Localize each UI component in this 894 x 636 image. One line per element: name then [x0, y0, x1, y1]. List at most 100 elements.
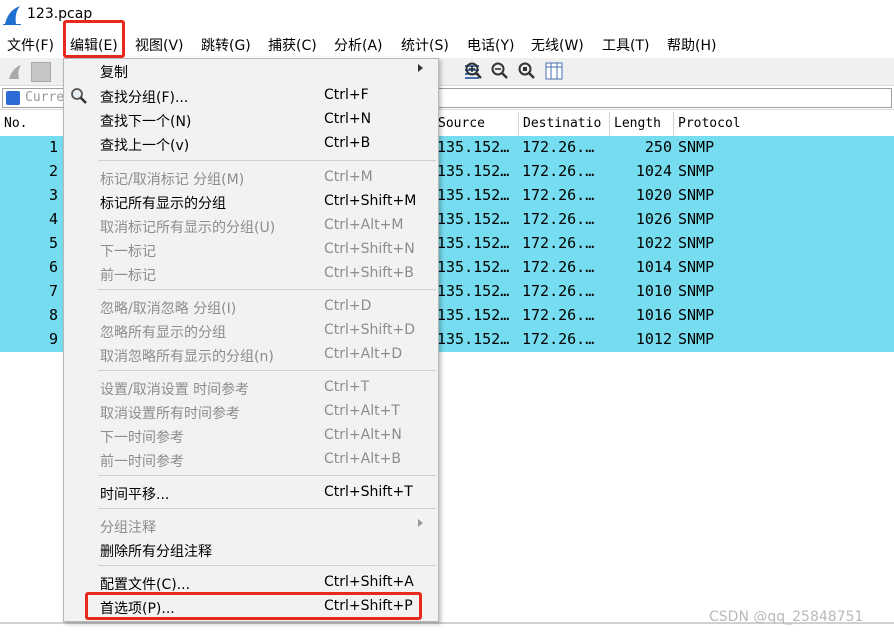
menu-item-label: 下一时间参考 — [100, 430, 184, 446]
menu-capture[interactable]: 捕获(C) — [268, 35, 317, 55]
menu-item-shortcut: Ctrl+Shift+M — [324, 193, 417, 209]
column-header-length[interactable]: Length — [610, 112, 674, 136]
cell-length: 1022 — [635, 234, 672, 252]
column-header-destination[interactable]: Destinatio — [519, 112, 610, 136]
search-icon — [71, 88, 87, 104]
menu-item-label: 删除所有分组注释 — [100, 544, 212, 560]
menu-item-label: 忽略所有显示的分组 — [100, 325, 226, 341]
menu-item-shortcut: Ctrl+N — [324, 111, 372, 127]
cell-protocol: SNMP — [678, 258, 715, 276]
start-capture-icon[interactable] — [5, 62, 25, 82]
menu-analyze[interactable]: 分析(A) — [334, 35, 383, 55]
cell-source: 135.152… — [437, 282, 510, 300]
menu-item[interactable]: 前一标记 Ctrl+Shift+B — [64, 262, 438, 286]
column-header-protocol[interactable]: Protocol — [674, 112, 894, 136]
cell-length: 1012 — [635, 330, 672, 348]
resize-columns-icon[interactable] — [545, 62, 563, 80]
cell-no: 4 — [48, 210, 58, 228]
menu-item[interactable]: 忽略所有显示的分组 Ctrl+Shift+D — [64, 319, 438, 343]
cell-source: 135.152… — [437, 186, 510, 204]
menu-item[interactable]: 标记所有显示的分组 Ctrl+Shift+M — [64, 190, 438, 214]
stop-capture-icon[interactable] — [31, 62, 51, 82]
menu-item[interactable]: 复制 — [64, 59, 438, 83]
zoom-normal-icon[interactable] — [518, 62, 536, 80]
menu-item[interactable]: 查找上一个(v) Ctrl+B — [64, 132, 438, 156]
menu-item[interactable]: 查找下一个(N) Ctrl+N — [64, 108, 438, 132]
submenu-arrow-icon — [418, 64, 423, 72]
column-header-source[interactable]: Source — [434, 112, 519, 136]
zoom-in-icon[interactable] — [465, 62, 483, 80]
zoom-out-icon[interactable] — [491, 62, 509, 80]
menu-item[interactable]: 设置/取消设置 时间参考 Ctrl+T — [64, 376, 438, 400]
menu-view[interactable]: 视图(V) — [135, 35, 184, 55]
cell-protocol: SNMP — [678, 330, 715, 348]
menu-item[interactable]: 下一标记 Ctrl+Shift+N — [64, 238, 438, 262]
menu-item-label: 设置/取消设置 时间参考 — [100, 382, 250, 398]
menu-item[interactable]: 配置文件(C)... Ctrl+Shift+A — [64, 571, 438, 595]
menu-item[interactable]: 删除所有分组注释 — [64, 538, 438, 562]
menu-item[interactable]: 取消标记所有显示的分组(U) Ctrl+Alt+M — [64, 214, 438, 238]
cell-length: 1020 — [635, 186, 672, 204]
menu-item[interactable]: 取消忽略所有显示的分组(n) Ctrl+Alt+D — [64, 343, 438, 367]
menu-item[interactable]: 查找分组(F)... Ctrl+F — [64, 84, 438, 108]
cell-source: 135.152… — [437, 138, 510, 156]
menu-item-shortcut: Ctrl+F — [324, 87, 369, 103]
menu-item[interactable]: 标记/取消标记 分组(M) Ctrl+M — [64, 166, 438, 190]
menu-edit[interactable]: 编辑(E) — [70, 35, 118, 55]
cell-protocol: SNMP — [678, 234, 715, 252]
cell-source: 135.152… — [437, 306, 510, 324]
menu-item-label: 取消设置所有时间参考 — [100, 406, 240, 422]
cell-source: 135.152… — [437, 162, 510, 180]
menu-item-shortcut: Ctrl+Shift+T — [324, 484, 413, 500]
menu-item-shortcut: Ctrl+T — [324, 379, 370, 395]
cell-length: 1010 — [635, 282, 672, 300]
cell-source: 135.152… — [437, 330, 510, 348]
cell-no: 6 — [48, 258, 58, 276]
menu-separator — [98, 565, 436, 566]
menu-item-label: 查找下一个(N) — [100, 114, 192, 130]
cell-protocol: SNMP — [678, 162, 715, 180]
cell-destination: 172.26.… — [522, 210, 595, 228]
menu-file[interactable]: 文件(F) — [7, 35, 54, 55]
menu-item[interactable]: 忽略/取消忽略 分组(I) Ctrl+D — [64, 295, 438, 319]
menu-wireless[interactable]: 无线(W) — [531, 35, 584, 55]
menu-item-label: 分组注释 — [100, 520, 156, 536]
menu-item-label: 查找分组(F)... — [100, 90, 189, 106]
menu-telephony[interactable]: 电话(Y) — [467, 35, 514, 55]
menu-item[interactable]: 下一时间参考 Ctrl+Alt+N — [64, 424, 438, 448]
menu-statistics[interactable]: 统计(S) — [401, 35, 449, 55]
menu-item-label: 前一标记 — [100, 268, 156, 284]
menu-item[interactable]: 分组注释 — [64, 514, 438, 538]
menu-separator — [98, 475, 436, 476]
cell-length: 1014 — [635, 258, 672, 276]
menu-item-label: 下一标记 — [100, 244, 156, 260]
menu-go[interactable]: 跳转(G) — [201, 35, 251, 55]
menu-item-shortcut: Ctrl+Shift+P — [324, 598, 413, 614]
cell-destination: 172.26.… — [522, 162, 595, 180]
menu-item-shortcut: Ctrl+Alt+N — [324, 427, 402, 443]
menu-item[interactable]: 时间平移... Ctrl+Shift+T — [64, 481, 438, 505]
column-header-no[interactable]: No. — [0, 112, 64, 136]
menu-tools[interactable]: 工具(T) — [602, 35, 649, 55]
menu-item-label: 前一时间参考 — [100, 454, 184, 470]
bookmark-icon[interactable] — [6, 91, 20, 105]
cell-length: 1026 — [635, 210, 672, 228]
menu-item[interactable]: 前一时间参考 Ctrl+Alt+B — [64, 448, 438, 472]
submenu-arrow-icon — [418, 519, 423, 527]
cell-protocol: SNMP — [678, 138, 715, 156]
menu-item-shortcut: Ctrl+B — [324, 135, 371, 151]
menu-help[interactable]: 帮助(H) — [667, 35, 716, 55]
menu-item-shortcut: Ctrl+Alt+T — [324, 403, 400, 419]
cell-destination: 172.26.… — [522, 186, 595, 204]
menu-item-label: 配置文件(C)... — [100, 577, 191, 593]
menu-item[interactable]: 首选项(P)... Ctrl+Shift+P — [64, 595, 438, 619]
cell-destination: 172.26.… — [522, 138, 595, 156]
cell-no: 1 — [48, 138, 58, 156]
cell-protocol: SNMP — [678, 306, 715, 324]
menu-item-shortcut: Ctrl+Alt+M — [324, 217, 404, 233]
menu-item-label: 取消忽略所有显示的分组(n) — [100, 349, 274, 365]
title-bar: 123.pcap — [0, 0, 894, 30]
menu-item[interactable]: 取消设置所有时间参考 Ctrl+Alt+T — [64, 400, 438, 424]
menu-item-shortcut: Ctrl+Alt+B — [324, 451, 401, 467]
cell-destination: 172.26.… — [522, 306, 595, 324]
